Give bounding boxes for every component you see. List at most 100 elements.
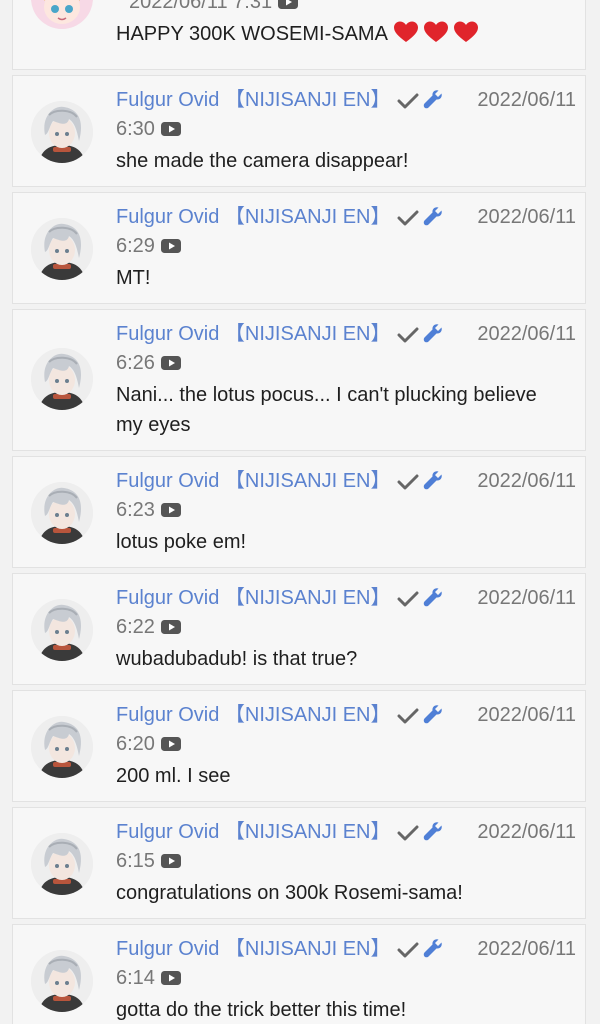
comment-message: MT! xyxy=(116,267,151,289)
verified-check-icon xyxy=(397,327,419,343)
youtube-icon[interactable] xyxy=(160,619,181,635)
comment-date: 2022/06/11 xyxy=(477,821,576,843)
avatar[interactable] xyxy=(31,218,93,280)
youtube-icon[interactable] xyxy=(160,502,181,518)
youtube-icon[interactable] xyxy=(160,238,181,254)
verified-check-icon xyxy=(397,942,419,958)
heart-emoji xyxy=(423,21,448,52)
comment-message: 200 ml. I see xyxy=(116,765,231,787)
youtube-icon[interactable] xyxy=(278,0,299,10)
verified-check-icon xyxy=(397,210,419,226)
comment-card: Fulgur Ovid 【NIJISANJI EN】 2022/06/11 6:… xyxy=(12,75,586,187)
comment-time: 6:23 xyxy=(116,499,155,521)
moderator-wrench-icon xyxy=(423,89,442,108)
moderator-wrench-icon xyxy=(423,704,442,723)
comment-time-row: 6:15 xyxy=(116,848,181,874)
avatar[interactable] xyxy=(31,716,93,778)
comment-date: 2022/06/11 xyxy=(477,89,576,111)
comment-time: 6:29 xyxy=(116,235,155,257)
comment-time-row: 6:26 xyxy=(116,350,181,376)
comment-message: HAPPY 300K WOSEMI-SAMA xyxy=(116,19,478,52)
comment-time: 6:15 xyxy=(116,850,155,872)
comment-card: Fulgur Ovid 【NIJISANJI EN】 2022/06/11 6:… xyxy=(12,456,586,568)
comment-header: Fulgur Ovid 【NIJISANJI EN】 2022/06/11 xyxy=(116,583,576,613)
verified-check-icon xyxy=(397,474,419,490)
avatar[interactable] xyxy=(31,348,93,410)
comment-header: Fulgur Ovid 【NIJISANJI EN】 2022/06/11 xyxy=(116,466,576,496)
badge-group xyxy=(397,701,444,731)
comment-message: lotus poke em! xyxy=(116,531,247,553)
comment-time-row: 6:22 xyxy=(116,614,181,640)
avatar[interactable] xyxy=(31,599,93,661)
comment-date: 2022/06/11 xyxy=(477,704,576,726)
comment-time-row: 6:14 xyxy=(116,965,181,991)
comment-header: Fulgur Ovid 【NIJISANJI EN】 2022/06/11 xyxy=(116,700,576,730)
badge-group xyxy=(397,86,444,116)
comment-card: Fulgur Ovid 【NIJISANJI EN】 2022/06/11 6:… xyxy=(12,807,586,919)
avatar[interactable] xyxy=(31,0,93,29)
badge-group xyxy=(397,467,444,497)
verified-check-icon xyxy=(397,825,419,841)
comment-date: 2022/06/11 xyxy=(477,470,576,492)
youtube-icon[interactable] xyxy=(160,970,181,986)
comment-author[interactable]: Fulgur Ovid 【NIJISANJI EN】 xyxy=(116,821,391,843)
verified-check-icon xyxy=(397,591,419,607)
comment-author[interactable]: Fulgur Ovid 【NIJISANJI EN】 xyxy=(116,938,391,960)
moderator-wrench-icon xyxy=(423,587,442,606)
comment-date: 2022/06/11 xyxy=(477,206,576,228)
comment-time-row: 6:30 xyxy=(116,116,181,142)
badge-group xyxy=(397,320,444,350)
comment-header: Fulgur Ovid 【NIJISANJI EN】 2022/06/11 xyxy=(116,934,576,964)
comment-header: Fulgur Ovid 【NIJISANJI EN】 2022/06/11 xyxy=(116,202,576,232)
comment-date: 2022/06/11 xyxy=(477,938,576,960)
avatar[interactable] xyxy=(31,482,93,544)
badge-group xyxy=(397,935,444,965)
comment-author[interactable]: Fulgur Ovid 【NIJISANJI EN】 xyxy=(116,89,391,111)
comment-time-row: 6:23 xyxy=(116,497,181,523)
moderator-wrench-icon xyxy=(423,323,442,342)
avatar[interactable] xyxy=(31,101,93,163)
comment-header: Fulgur Ovid 【NIJISANJI EN】 2022/06/11 xyxy=(116,85,576,115)
comment-card: Fulgur Ovid 【NIJISANJI EN】 2022/06/11 6:… xyxy=(12,924,586,1024)
comment-timestamp-text: 2022/06/11 7:31 xyxy=(129,0,273,13)
comment-time: 6:22 xyxy=(116,616,155,638)
comment-time: 6:30 xyxy=(116,118,155,140)
moderator-wrench-icon xyxy=(423,938,442,957)
youtube-icon[interactable] xyxy=(160,355,181,371)
comment-author[interactable]: Fulgur Ovid 【NIJISANJI EN】 xyxy=(116,323,391,345)
comment-card: Fulgur Ovid 【NIJISANJI EN】 2022/06/11 6:… xyxy=(12,192,586,304)
comment-author[interactable]: Fulgur Ovid 【NIJISANJI EN】 xyxy=(116,587,391,609)
comment-time-row: 6:20 xyxy=(116,731,181,757)
badge-group xyxy=(397,203,444,233)
badge-group xyxy=(397,818,444,848)
comment-author[interactable]: Fulgur Ovid 【NIJISANJI EN】 xyxy=(116,704,391,726)
comment-author[interactable]: Fulgur Ovid 【NIJISANJI EN】 xyxy=(116,206,391,228)
moderator-wrench-icon xyxy=(423,470,442,489)
moderator-wrench-icon xyxy=(423,821,442,840)
avatar[interactable] xyxy=(31,950,93,1012)
heart-emoji xyxy=(453,21,478,52)
verified-check-icon xyxy=(397,93,419,109)
comment-author[interactable]: Fulgur Ovid 【NIJISANJI EN】 xyxy=(116,470,391,492)
comment-date: 2022/06/11 xyxy=(477,323,576,345)
comment-time-row: 6:29 xyxy=(116,233,181,259)
comment-time: 6:20 xyxy=(116,733,155,755)
avatar[interactable] xyxy=(31,833,93,895)
comment-message: gotta do the trick better this time! xyxy=(116,999,407,1021)
youtube-icon[interactable] xyxy=(160,121,181,137)
youtube-icon[interactable] xyxy=(160,853,181,869)
youtube-icon[interactable] xyxy=(160,736,181,752)
comment-header: Fulgur Ovid 【NIJISANJI EN】 2022/06/11 xyxy=(116,319,576,349)
comment-header: Fulgur Ovid 【NIJISANJI EN】 2022/06/11 xyxy=(116,817,576,847)
heart-emoji xyxy=(393,21,418,52)
comment-date: 2022/06/11 xyxy=(477,587,576,609)
comment-card: Fulgur Ovid 【NIJISANJI EN】 2022/06/11 6:… xyxy=(12,573,586,685)
comment-message: wubadubadub! is that true? xyxy=(116,648,358,670)
comment-card: 2022/06/11 7:31 HAPPY 300K WOSEMI-SAMA xyxy=(12,0,586,70)
comment-message: congratulations on 300k Rosemi-sama! xyxy=(116,882,463,904)
comment-timestamp: 2022/06/11 7:31 xyxy=(129,0,299,15)
badge-group xyxy=(397,584,444,614)
comment-time: 6:14 xyxy=(116,967,155,989)
comment-message: she made the camera disappear! xyxy=(116,150,409,172)
comment-message: Nani... the lotus pocus... I can't pluck… xyxy=(116,384,537,436)
